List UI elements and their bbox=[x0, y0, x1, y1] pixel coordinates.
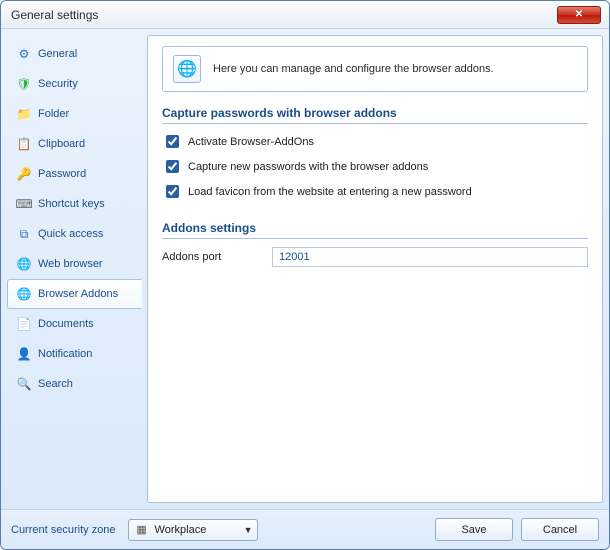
section-addons-settings-title: Addons settings bbox=[162, 221, 588, 239]
shortcut-keys-icon: ⌨ bbox=[16, 196, 32, 212]
addons-port-row: Addons port bbox=[162, 247, 588, 267]
sidebar-item-label: Web browser bbox=[38, 258, 103, 270]
sidebar-item-web-browser[interactable]: 🌐 Web browser bbox=[7, 249, 141, 279]
info-box: 🌐 Here you can manage and configure the … bbox=[162, 46, 588, 92]
window-title: General settings bbox=[11, 8, 557, 22]
sidebar: ⚙ General 🛡 Security 📁 Folder 📋 Clipboard 🔑 Passw… bbox=[7, 35, 141, 503]
section-capture-title: Capture passwords with browser addons bbox=[162, 106, 588, 124]
cancel-button[interactable]: Cancel bbox=[521, 518, 599, 541]
checkbox-activate-addons-input[interactable] bbox=[166, 135, 179, 148]
security-icon: 🛡 bbox=[16, 76, 32, 92]
titlebar[interactable]: General settings ✕ bbox=[1, 1, 609, 29]
save-button[interactable]: Save bbox=[435, 518, 513, 541]
checkbox-capture-new-label: Capture new passwords with the browser a… bbox=[188, 161, 428, 173]
notification-icon: 👤 bbox=[16, 346, 32, 362]
security-zone-combo[interactable]: ▦ Workplace ▼ bbox=[128, 519, 258, 541]
web-browser-icon: 🌐 bbox=[16, 256, 32, 272]
checkbox-activate-addons[interactable]: Activate Browser-AddOns bbox=[162, 132, 588, 151]
sidebar-item-security[interactable]: 🛡 Security bbox=[7, 69, 141, 99]
sidebar-item-label: Shortcut keys bbox=[38, 198, 105, 210]
checkbox-load-favicon[interactable]: Load favicon from the website at enterin… bbox=[162, 182, 588, 201]
footer: Current security zone ▦ Workplace ▼ Save… bbox=[1, 509, 609, 549]
workplace-icon: ▦ bbox=[135, 523, 149, 537]
general-icon: ⚙ bbox=[16, 46, 32, 62]
close-icon: ✕ bbox=[575, 9, 583, 20]
content-panel: 🌐 Here you can manage and configure the … bbox=[147, 35, 603, 503]
close-button[interactable]: ✕ bbox=[557, 6, 601, 24]
folder-icon: 📁 bbox=[16, 106, 32, 122]
addons-port-label: Addons port bbox=[162, 251, 272, 263]
sidebar-item-folder[interactable]: 📁 Folder bbox=[7, 99, 141, 129]
security-zone-value: Workplace bbox=[155, 524, 238, 536]
sidebar-item-label: Documents bbox=[38, 318, 94, 330]
documents-icon: 📄 bbox=[16, 316, 32, 332]
sidebar-item-search[interactable]: 🔍 Search bbox=[7, 369, 141, 399]
clipboard-icon: 📋 bbox=[16, 136, 32, 152]
sidebar-item-clipboard[interactable]: 📋 Clipboard bbox=[7, 129, 141, 159]
security-zone-label: Current security zone bbox=[11, 524, 116, 536]
sidebar-item-quick-access[interactable]: ⧉ Quick access bbox=[7, 219, 141, 249]
sidebar-item-label: Clipboard bbox=[38, 138, 85, 150]
sidebar-item-password[interactable]: 🔑 Password bbox=[7, 159, 141, 189]
sidebar-item-general[interactable]: ⚙ General bbox=[7, 39, 141, 69]
info-text: Here you can manage and configure the br… bbox=[213, 63, 494, 75]
sidebar-item-label: Search bbox=[38, 378, 73, 390]
browser-addons-icon: 🌐 bbox=[16, 286, 32, 302]
sidebar-item-label: General bbox=[38, 48, 77, 60]
checkbox-activate-addons-label: Activate Browser-AddOns bbox=[188, 136, 314, 148]
sidebar-item-shortcut-keys[interactable]: ⌨ Shortcut keys bbox=[7, 189, 141, 219]
sidebar-item-label: Password bbox=[38, 168, 86, 180]
sidebar-item-label: Browser Addons bbox=[38, 288, 118, 300]
checkbox-capture-new-input[interactable] bbox=[166, 160, 179, 173]
password-icon: 🔑 bbox=[16, 166, 32, 182]
window-body: ⚙ General 🛡 Security 📁 Folder 📋 Clipboard 🔑 Passw… bbox=[1, 29, 609, 509]
globe-icon: 🌐 bbox=[173, 55, 201, 83]
chevron-down-icon: ▼ bbox=[244, 525, 253, 535]
sidebar-item-browser-addons[interactable]: 🌐 Browser Addons bbox=[7, 279, 142, 309]
checkbox-load-favicon-input[interactable] bbox=[166, 185, 179, 198]
sidebar-item-label: Folder bbox=[38, 108, 69, 120]
sidebar-item-documents[interactable]: 📄 Documents bbox=[7, 309, 141, 339]
sidebar-item-label: Quick access bbox=[38, 228, 103, 240]
checkbox-load-favicon-label: Load favicon from the website at enterin… bbox=[188, 186, 472, 198]
sidebar-item-label: Security bbox=[38, 78, 78, 90]
sidebar-item-label: Notification bbox=[38, 348, 92, 360]
sidebar-item-notification[interactable]: 👤 Notification bbox=[7, 339, 141, 369]
addons-port-input[interactable] bbox=[272, 247, 588, 267]
settings-window: General settings ✕ ⚙ General 🛡 Security 📁 Fol… bbox=[0, 0, 610, 550]
search-icon: 🔍 bbox=[16, 376, 32, 392]
quick-access-icon: ⧉ bbox=[16, 226, 32, 242]
checkbox-capture-new[interactable]: Capture new passwords with the browser a… bbox=[162, 157, 588, 176]
